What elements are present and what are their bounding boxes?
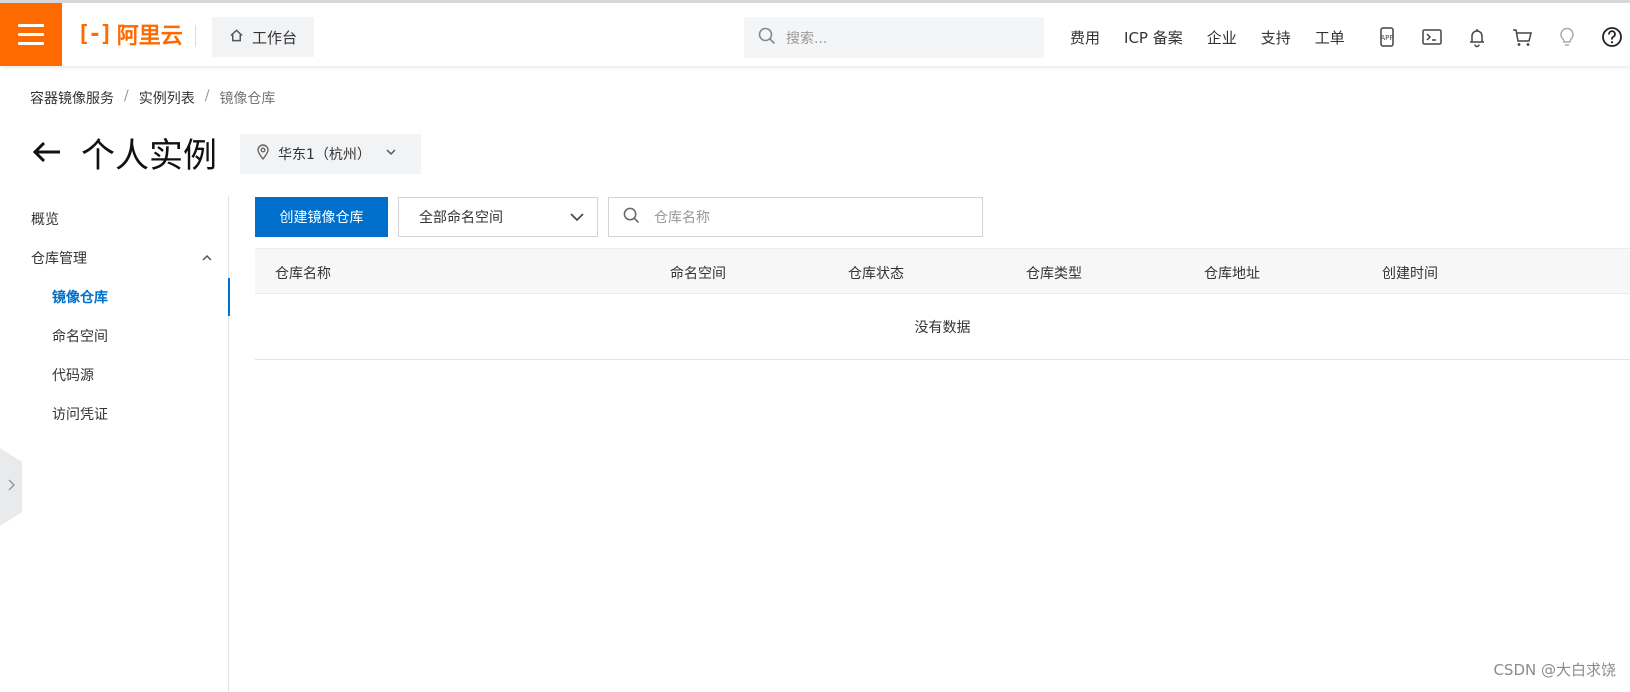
sidebar-item-label: 命名空间: [52, 329, 108, 345]
home-icon: [229, 28, 244, 47]
menu-line-icon: [18, 33, 44, 36]
app-icon[interactable]: APP: [1374, 24, 1400, 50]
svg-text:APP: APP: [1380, 34, 1393, 42]
link-fees[interactable]: 费用: [1070, 27, 1100, 48]
sidebar-item-access-credential[interactable]: 访问凭证: [0, 395, 229, 433]
sidebar-item-code-source[interactable]: 代码源: [0, 356, 229, 394]
link-icp[interactable]: ICP 备案: [1124, 27, 1183, 48]
chevron-down-icon: [569, 209, 585, 229]
breadcrumb-separator: /: [204, 88, 210, 104]
sidebar-item-label: 概览: [31, 212, 59, 228]
chevron-down-icon: [385, 146, 397, 162]
top-icon-group: APP: [1374, 17, 1625, 57]
breadcrumb-current: 镜像仓库: [219, 91, 276, 107]
sidebar-item-label: 仓库管理: [31, 251, 87, 267]
create-repo-button[interactable]: 创建镜像仓库: [255, 197, 388, 237]
column-header-repo-type: 仓库类型: [1026, 266, 1082, 282]
menu-line-icon: [18, 24, 44, 27]
column-header-created-time: 创建时间: [1382, 266, 1438, 282]
link-support[interactable]: 支持: [1261, 27, 1291, 48]
top-links: 费用 ICP 备案 企业 支持 工单: [1070, 17, 1345, 57]
repo-name-search-input[interactable]: 仓库名称: [608, 197, 983, 237]
logo-text: 阿里云: [116, 24, 183, 49]
workbench-button[interactable]: 工作台: [212, 17, 314, 57]
sidebar-item-namespace[interactable]: 命名空间: [0, 317, 229, 355]
help-icon[interactable]: [1599, 24, 1625, 50]
bulb-icon[interactable]: [1554, 24, 1580, 50]
breadcrumb-separator: /: [124, 88, 129, 104]
menu-line-icon: [18, 42, 44, 45]
sidebar-item-label: 镜像仓库: [52, 290, 108, 306]
top-navigation-bar: [-] 阿里云 工作台 搜索... 费用 ICP 备案 企业 支持 工单 APP: [0, 0, 1630, 66]
logo-mark: [-]: [77, 21, 113, 47]
terminal-icon[interactable]: [1419, 24, 1445, 50]
breadcrumb-item[interactable]: 容器镜像服务: [30, 88, 114, 108]
logo-divider: [195, 25, 196, 47]
cart-icon[interactable]: [1509, 24, 1535, 50]
sidebar-item-overview[interactable]: 概览: [0, 200, 229, 238]
aliyun-logo[interactable]: [-] 阿里云: [77, 18, 183, 50]
empty-text: 没有数据: [914, 319, 971, 336]
column-header-repo-name: 仓库名称: [275, 266, 331, 282]
sidebar-group-repo-management[interactable]: 仓库管理: [0, 239, 229, 277]
title-row: 个人实例: [30, 130, 217, 176]
table-header: 仓库名称 命名空间 仓库状态 仓库类型 仓库地址 创建时间: [255, 248, 1630, 294]
watermark: CSDN @大白求饶: [1493, 661, 1616, 679]
bell-icon[interactable]: [1464, 24, 1490, 50]
repo-search-placeholder: 仓库名称: [654, 210, 710, 226]
back-arrow-icon[interactable]: [30, 135, 64, 169]
search-placeholder: 搜索...: [786, 30, 828, 47]
table-empty-state: 没有数据: [255, 294, 1630, 360]
location-pin-icon: [256, 144, 270, 164]
link-ticket[interactable]: 工单: [1315, 27, 1345, 48]
global-search-input[interactable]: 搜索...: [744, 17, 1044, 58]
search-icon: [758, 27, 776, 49]
region-select[interactable]: 华东1（杭州）: [240, 134, 421, 174]
chevron-right-icon: [6, 478, 16, 496]
breadcrumb-item[interactable]: 实例列表: [139, 88, 195, 108]
hamburger-menu-button[interactable]: [0, 3, 62, 66]
column-header-repo-address: 仓库地址: [1204, 266, 1260, 282]
column-header-namespace: 命名空间: [670, 266, 726, 282]
repo-table: 仓库名称 命名空间 仓库状态 仓库类型 仓库地址 创建时间 没有数据: [255, 248, 1630, 360]
sidebar: 概览 仓库管理 镜像仓库 命名空间 代码源 访问凭证: [0, 196, 230, 692]
namespace-select[interactable]: 全部命名空间: [398, 197, 598, 237]
chevron-up-icon: [201, 252, 213, 268]
region-label: 华东1（杭州）: [278, 147, 371, 163]
page-title: 个人实例: [81, 135, 217, 176]
breadcrumb: 容器镜像服务 / 实例列表 / 镜像仓库: [30, 88, 275, 108]
sidebar-item-image-repo[interactable]: 镜像仓库: [0, 278, 230, 316]
sidebar-item-label: 代码源: [52, 368, 94, 384]
search-icon: [623, 207, 640, 228]
column-header-repo-status: 仓库状态: [848, 266, 904, 282]
link-enterprise[interactable]: 企业: [1207, 27, 1237, 48]
sidebar-item-label: 访问凭证: [52, 407, 108, 423]
namespace-select-value: 全部命名空间: [419, 210, 503, 226]
workbench-label: 工作台: [251, 28, 297, 47]
